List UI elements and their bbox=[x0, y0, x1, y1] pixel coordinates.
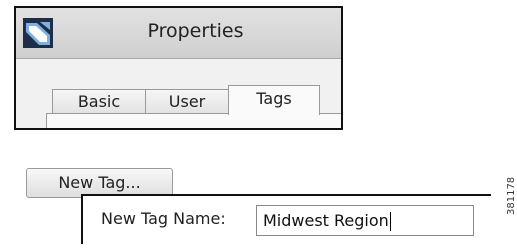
title-bar[interactable]: Properties bbox=[16, 8, 341, 59]
tab-tags[interactable]: Tags bbox=[228, 85, 320, 115]
tab-basic[interactable]: Basic bbox=[52, 89, 146, 113]
properties-window: Properties Basic User Tags bbox=[14, 6, 343, 130]
new-tag-dialog: New Tag Name: Midwest Region bbox=[81, 194, 491, 244]
tab-panel bbox=[46, 113, 341, 128]
window-title: Properties bbox=[147, 20, 244, 42]
text-cursor bbox=[389, 212, 391, 231]
new-tag-name-value: Midwest Region bbox=[263, 211, 389, 230]
new-tag-name-input[interactable]: Midwest Region bbox=[256, 205, 474, 236]
window-content: Basic User Tags bbox=[16, 59, 341, 128]
new-tag-name-label: New Tag Name: bbox=[101, 209, 226, 228]
figure-number: 381178 bbox=[506, 176, 517, 215]
tab-user[interactable]: User bbox=[145, 89, 229, 113]
